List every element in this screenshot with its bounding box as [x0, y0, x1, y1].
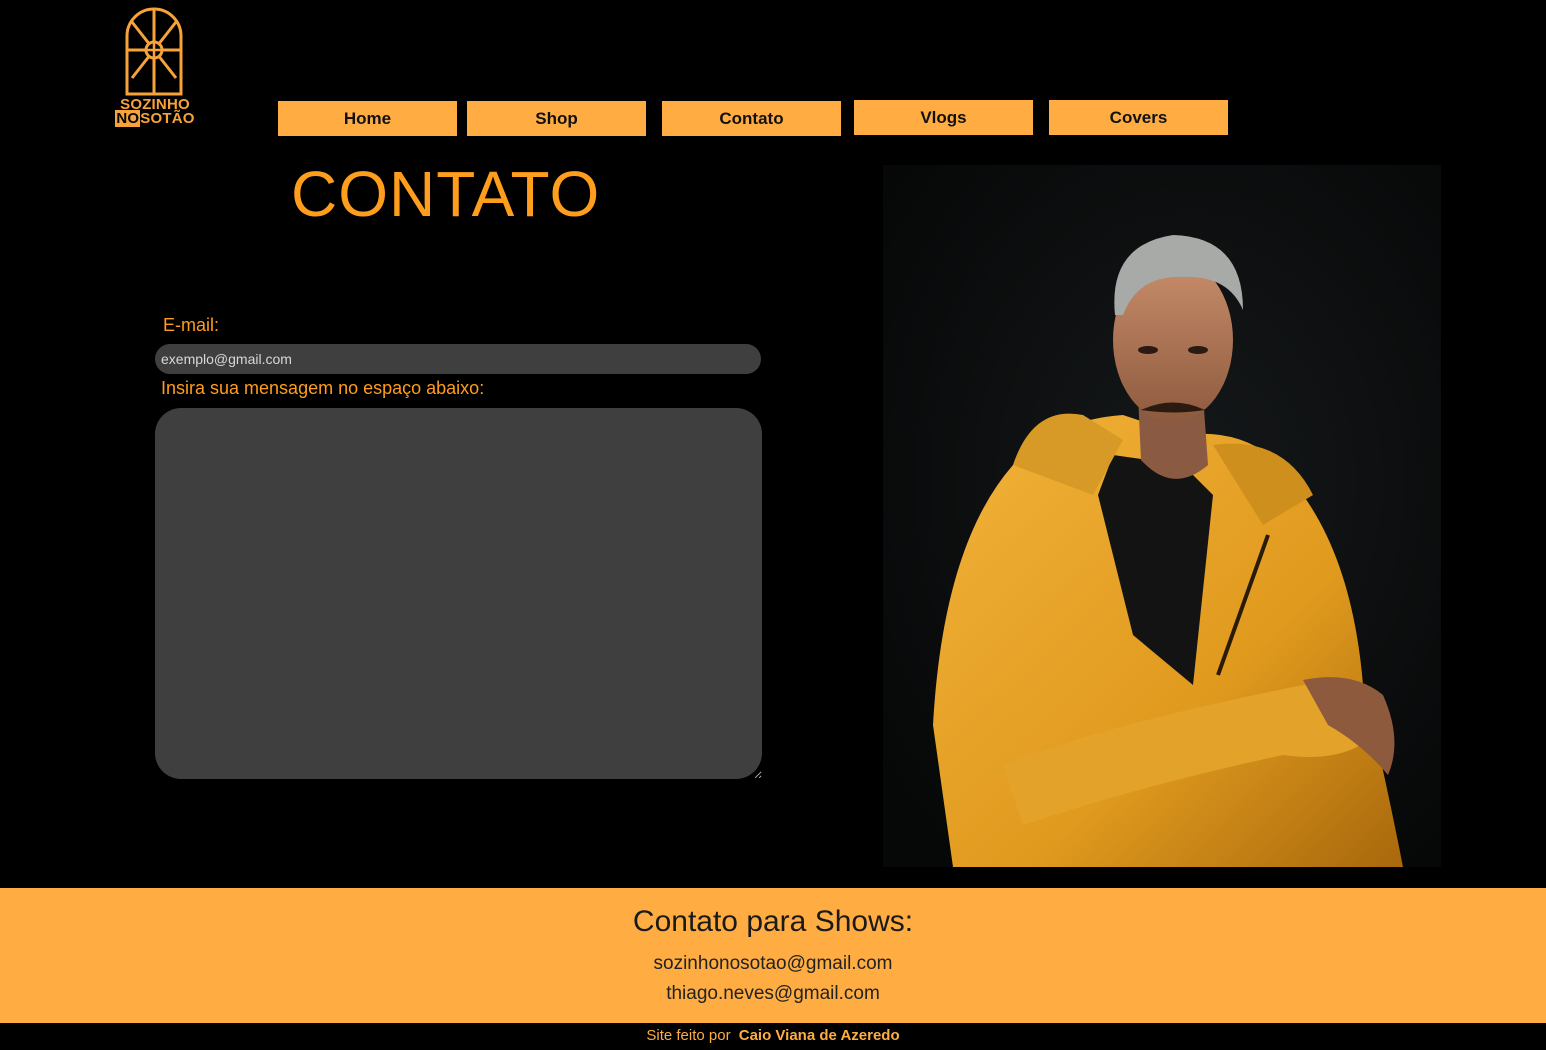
- nav-contato[interactable]: Contato: [662, 101, 841, 136]
- site-logo[interactable]: SOZINHO NOSOTÃO: [112, 6, 198, 128]
- nav-vlogs[interactable]: Vlogs: [854, 100, 1033, 135]
- message-label: Insira sua mensagem no espaço abaixo:: [161, 378, 485, 398]
- email-label: E-mail:: [163, 315, 220, 335]
- footer-email-2[interactable]: thiago.neves@gmail.com: [0, 982, 1546, 1006]
- artist-portrait-image: [883, 165, 1441, 867]
- nav-covers[interactable]: Covers: [1049, 100, 1228, 135]
- footer-title: Contato para Shows:: [632, 905, 914, 938]
- artist-photo: [883, 165, 1441, 867]
- credits-bar: Site feito por Caio Viana de Azeredo: [0, 1023, 1546, 1050]
- nav-home[interactable]: Home: [278, 101, 457, 136]
- logo-wordmark: SOZINHO NOSOTÃO: [112, 97, 198, 127]
- footer-email-1[interactable]: sozinhonosotao@gmail.com: [0, 952, 1546, 976]
- logo-no: NO: [115, 110, 141, 127]
- email-field[interactable]: [155, 344, 761, 374]
- arched-window-icon: [125, 7, 183, 96]
- nav-shop[interactable]: Shop: [467, 101, 646, 136]
- message-textarea[interactable]: [155, 408, 762, 779]
- logo-sotao: SOTÃO: [140, 110, 195, 127]
- credits-author[interactable]: Caio Viana de Azeredo: [739, 1027, 900, 1044]
- credits-prefix: Site feito por: [646, 1027, 731, 1044]
- page-title: CONTATO: [291, 158, 601, 230]
- shows-contact-footer: Contato para Shows: sozinhonosotao@gmail…: [0, 888, 1546, 1023]
